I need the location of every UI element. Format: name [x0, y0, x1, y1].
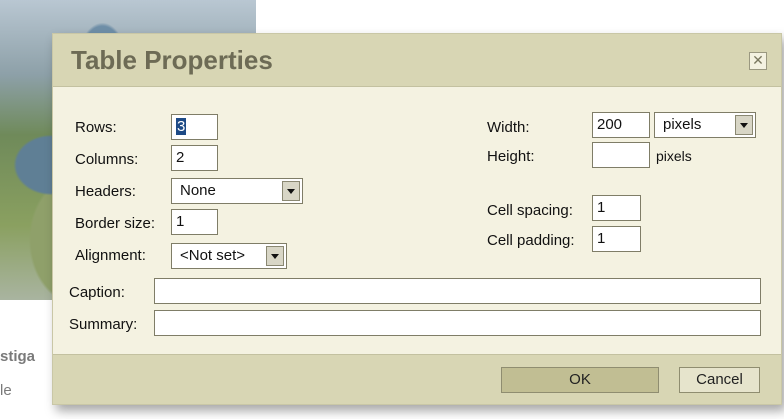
ok-button[interactable]: OK: [501, 367, 659, 393]
border-size-input[interactable]: 1: [171, 209, 218, 235]
alignment-select[interactable]: <Not set>: [171, 243, 287, 269]
alignment-select-value: <Not set>: [180, 247, 246, 264]
caption-input[interactable]: [154, 278, 761, 304]
table-properties-dialog: Table Properties ✕ Rows: 3 Columns: 2 He…: [52, 33, 782, 405]
columns-input[interactable]: 2: [171, 145, 218, 171]
cancel-button[interactable]: Cancel: [679, 367, 760, 393]
chevron-down-icon[interactable]: [282, 181, 300, 201]
width-input[interactable]: 200: [592, 112, 650, 138]
cell-padding-input[interactable]: 1: [592, 226, 641, 252]
chevron-down-icon[interactable]: [735, 115, 753, 135]
width-label: Width:: [487, 119, 530, 136]
headers-select-value: None: [180, 182, 216, 199]
dialog-title: Table Properties: [71, 45, 273, 75]
alignment-label: Alignment:: [75, 247, 146, 264]
background-text: stiga: [0, 348, 36, 365]
height-unit-label: pixels: [656, 148, 692, 164]
cell-padding-label: Cell padding:: [487, 232, 575, 249]
caption-label: Caption:: [69, 284, 125, 301]
dialog-titlebar: Table Properties ✕: [53, 34, 781, 87]
width-unit-value: pixels: [663, 116, 702, 133]
headers-select[interactable]: None: [171, 178, 303, 204]
border-size-label: Border size:: [75, 215, 156, 232]
rows-input[interactable]: 3: [171, 114, 218, 140]
height-input[interactable]: [592, 142, 650, 168]
cell-spacing-label: Cell spacing:: [487, 202, 573, 219]
height-label: Height:: [487, 148, 535, 165]
chevron-down-icon[interactable]: [266, 246, 284, 266]
width-unit-select[interactable]: pixels: [654, 112, 756, 138]
headers-label: Headers:: [75, 183, 136, 200]
summary-label: Summary:: [69, 316, 138, 333]
columns-label: Columns:: [75, 151, 139, 168]
rows-label: Rows:: [75, 119, 117, 136]
background-text: le: [0, 382, 12, 399]
summary-input[interactable]: [154, 310, 761, 336]
cell-spacing-input[interactable]: 1: [592, 195, 641, 221]
dialog-footer: OK Cancel: [53, 354, 781, 404]
close-icon[interactable]: ✕: [749, 52, 767, 70]
